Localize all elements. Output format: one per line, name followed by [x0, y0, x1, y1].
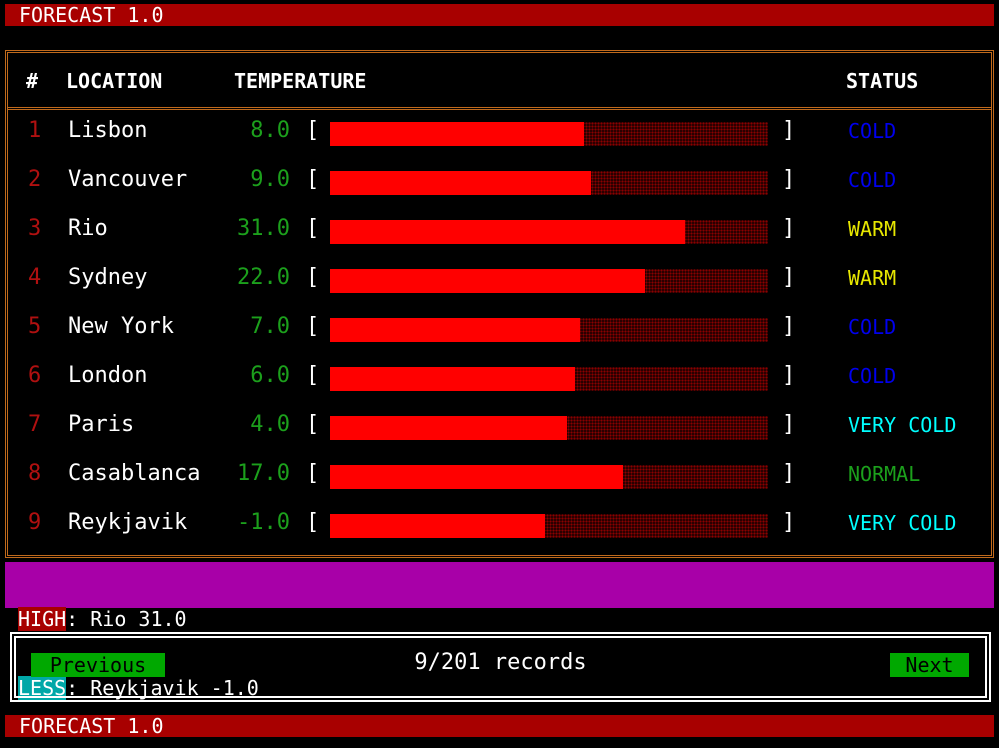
- row-number: 8: [28, 461, 42, 486]
- header-location: LOCATION: [66, 69, 163, 93]
- temperature-bar-track: [330, 465, 768, 489]
- row-status: COLD: [848, 168, 897, 192]
- temperature-bar-track: [330, 220, 768, 244]
- bracket-right: ]: [782, 118, 796, 143]
- temperature-bar-track: [330, 514, 768, 538]
- row-number: 3: [28, 216, 42, 241]
- high-label: HIGH: [18, 607, 67, 631]
- bracket-left: [: [306, 363, 320, 388]
- bracket-left: [: [306, 510, 320, 535]
- bracket-right: ]: [782, 461, 796, 486]
- row-temperature: 8.0: [250, 118, 290, 143]
- row-status: VERY COLD: [848, 413, 957, 437]
- temperature-bar-track: [330, 416, 768, 440]
- bracket-left: [: [306, 216, 320, 241]
- row-temperature: 22.0: [237, 265, 290, 290]
- bracket-right: ]: [782, 363, 796, 388]
- table-row: 2 Vancouver 9.0 [] COLD: [8, 162, 991, 211]
- summary-high: HIGH: Rio 31.0: [18, 607, 994, 631]
- table-header: # LOCATION TEMPERATURE STATUS: [8, 53, 991, 110]
- temperature-bar-fill: [330, 514, 545, 538]
- temperature-bar-fill: [330, 318, 580, 342]
- records-count: 9/201 records: [414, 650, 587, 675]
- temperature-bar-fill: [330, 171, 591, 195]
- table-row: 9 Reykjavik -1.0 [] VERY COLD: [8, 505, 991, 554]
- bracket-left: [: [306, 118, 320, 143]
- table-row: 5 New York 7.0 [] COLD: [8, 309, 991, 358]
- bracket-right: ]: [782, 265, 796, 290]
- temperature-bar-fill: [330, 269, 646, 293]
- row-location: Reykjavik: [68, 510, 188, 535]
- next-button[interactable]: Next: [890, 653, 969, 677]
- row-temperature: 17.0: [237, 461, 290, 486]
- row-status: COLD: [848, 364, 897, 388]
- temperature-bar-fill: [330, 465, 624, 489]
- temperature-bar-track: [330, 171, 768, 195]
- row-status: COLD: [848, 119, 897, 143]
- table-row: 3 Rio 31.0 [] WARM: [8, 211, 991, 260]
- row-number: 9: [28, 510, 42, 535]
- bracket-left: [: [306, 412, 320, 437]
- title-bar-top: FORECAST 1.0: [5, 4, 994, 26]
- row-temperature: -1.0: [237, 510, 290, 535]
- header-status: STATUS: [846, 69, 919, 93]
- temperature-bar-fill: [330, 122, 585, 146]
- bracket-right: ]: [782, 167, 796, 192]
- row-location: Rio: [68, 216, 108, 241]
- bracket-right: ]: [782, 412, 796, 437]
- row-status: COLD: [848, 315, 897, 339]
- bracket-left: [: [306, 461, 320, 486]
- temperature-bar-fill: [330, 220, 685, 244]
- row-location: Paris: [68, 412, 135, 437]
- table-row: 8 Casablanca 17.0 [] NORMAL: [8, 456, 991, 505]
- row-number: 2: [28, 167, 42, 192]
- forecast-table: # LOCATION TEMPERATURE STATUS 1 Lisbon 8.0…: [5, 50, 994, 558]
- table-row: 1 Lisbon 8.0 [] COLD: [8, 113, 991, 162]
- row-location: Casablanca: [68, 461, 201, 486]
- row-temperature: 31.0: [237, 216, 290, 241]
- row-temperature: 4.0: [250, 412, 290, 437]
- pagination-panel: Previous 9/201 records Next: [10, 632, 991, 702]
- temperature-bar-track: [330, 318, 768, 342]
- high-value: : Rio 31.0: [66, 607, 187, 631]
- temperature-bar-fill: [330, 367, 576, 391]
- row-status: VERY COLD: [848, 511, 957, 535]
- row-number: 7: [28, 412, 42, 437]
- table-row: 6 London 6.0 [] COLD: [8, 358, 991, 407]
- row-location: Sydney: [68, 265, 148, 290]
- row-location: Lisbon: [68, 118, 148, 143]
- row-location: Vancouver: [68, 167, 188, 192]
- bracket-left: [: [306, 314, 320, 339]
- temperature-bar-fill: [330, 416, 567, 440]
- title-bar-bottom: FORECAST 1.0: [5, 715, 994, 737]
- header-num: #: [26, 69, 39, 93]
- row-number: 4: [28, 265, 42, 290]
- bracket-right: ]: [782, 314, 796, 339]
- temperature-bar-track: [330, 269, 768, 293]
- row-location: New York: [68, 314, 174, 339]
- row-temperature: 6.0: [250, 363, 290, 388]
- bracket-left: [: [306, 167, 320, 192]
- row-temperature: 9.0: [250, 167, 290, 192]
- row-temperature: 7.0: [250, 314, 290, 339]
- row-location: London: [68, 363, 148, 388]
- row-status: WARM: [848, 266, 897, 290]
- bracket-left: [: [306, 265, 320, 290]
- row-status: WARM: [848, 217, 897, 241]
- row-status: NORMAL: [848, 462, 921, 486]
- bracket-right: ]: [782, 216, 796, 241]
- summary-panel: HIGH: Rio 31.0 LESS: Reykjavik -1.0: [5, 562, 994, 700]
- table-row: 7 Paris 4.0 [] VERY COLD: [8, 407, 991, 456]
- row-number: 1: [28, 118, 42, 143]
- bracket-right: ]: [782, 510, 796, 535]
- row-number: 5: [28, 314, 42, 339]
- row-number: 6: [28, 363, 42, 388]
- temperature-bar-track: [330, 367, 768, 391]
- table-row: 4 Sydney 22.0 [] WARM: [8, 260, 991, 309]
- header-temperature: TEMPERATURE: [234, 69, 367, 93]
- temperature-bar-track: [330, 122, 768, 146]
